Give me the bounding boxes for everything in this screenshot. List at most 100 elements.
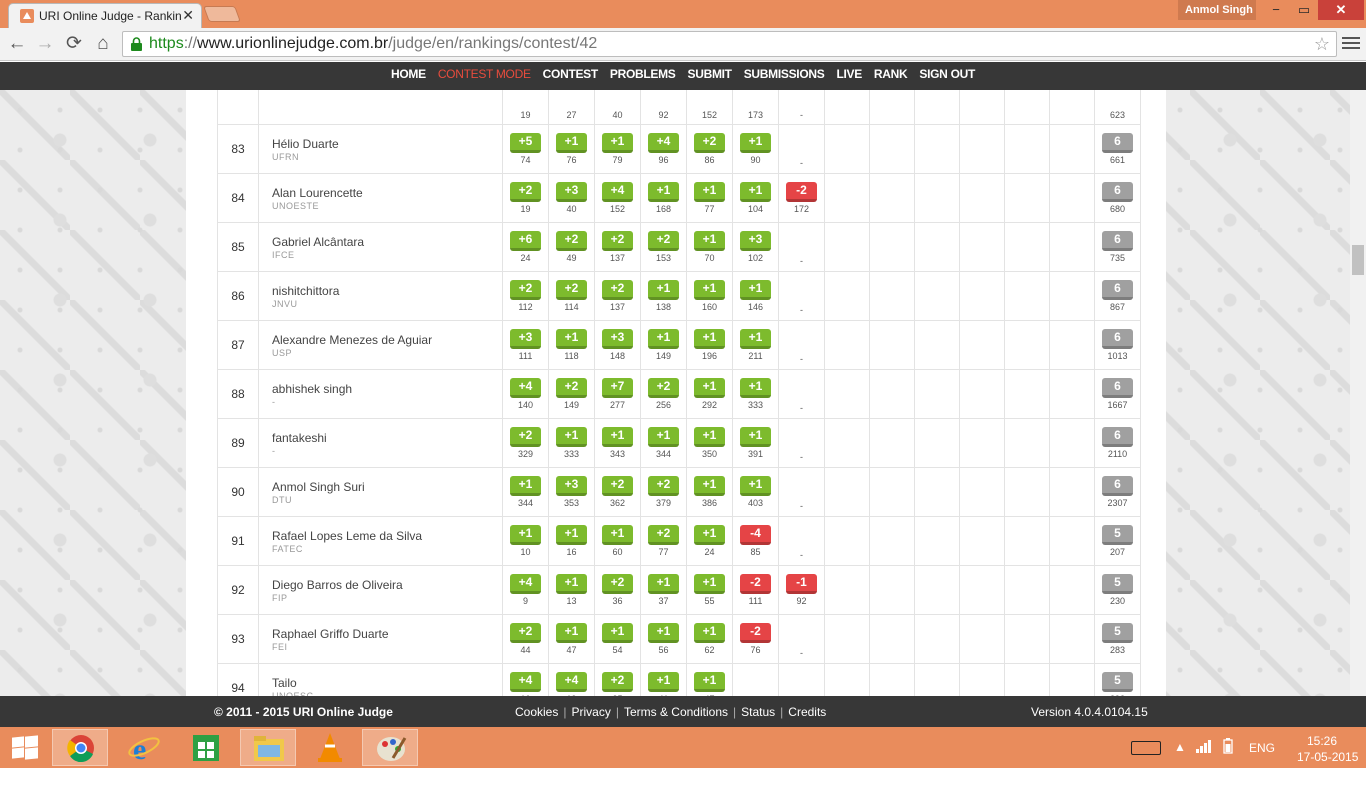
back-icon[interactable]: ← bbox=[5, 32, 29, 56]
contestant-name[interactable]: Hélio Duarte bbox=[272, 137, 502, 151]
rejected-badge[interactable]: -1 bbox=[786, 574, 817, 594]
accepted-badge[interactable]: +1 bbox=[740, 182, 771, 202]
accepted-badge[interactable]: +2 bbox=[556, 378, 587, 398]
network-signal-icon[interactable] bbox=[1196, 739, 1212, 780]
accepted-badge[interactable]: +1 bbox=[648, 427, 679, 447]
accepted-badge[interactable]: +6 bbox=[510, 231, 541, 251]
nav-live[interactable]: LIVE bbox=[830, 62, 867, 86]
accepted-badge[interactable]: +1 bbox=[648, 672, 679, 692]
vlc-icon[interactable] bbox=[302, 729, 358, 766]
accepted-badge[interactable]: +1 bbox=[694, 427, 725, 447]
accepted-badge[interactable]: +1 bbox=[556, 427, 587, 447]
footer-link-cookies[interactable]: Cookies bbox=[510, 705, 563, 719]
bookmark-star-icon[interactable]: ☆ bbox=[1314, 32, 1330, 56]
paint-icon[interactable] bbox=[362, 729, 418, 766]
accepted-badge[interactable]: +1 bbox=[740, 378, 771, 398]
accepted-badge[interactable]: +2 bbox=[510, 182, 541, 202]
accepted-badge[interactable]: +1 bbox=[602, 427, 633, 447]
footer-link-status[interactable]: Status bbox=[736, 705, 780, 719]
accepted-badge[interactable]: +1 bbox=[694, 525, 725, 545]
accepted-badge[interactable]: +1 bbox=[556, 623, 587, 643]
accepted-badge[interactable]: +1 bbox=[648, 182, 679, 202]
forward-icon[interactable]: → bbox=[33, 32, 57, 56]
clock-date[interactable]: 17-05-2015 bbox=[1297, 750, 1358, 791]
new-tab-button[interactable] bbox=[203, 6, 241, 22]
accepted-badge[interactable]: +2 bbox=[648, 476, 679, 496]
minimize-icon[interactable]: − bbox=[1262, 0, 1290, 20]
touch-keyboard-icon[interactable] bbox=[1131, 741, 1161, 755]
footer-link-terms-conditions[interactable]: Terms & Conditions bbox=[619, 705, 733, 719]
accepted-badge[interactable]: +2 bbox=[602, 476, 633, 496]
vertical-scrollbar[interactable] bbox=[1350, 90, 1366, 696]
accepted-badge[interactable]: +3 bbox=[556, 476, 587, 496]
accepted-badge[interactable]: +1 bbox=[556, 525, 587, 545]
chrome-icon[interactable] bbox=[52, 729, 108, 766]
accepted-badge[interactable]: +2 bbox=[694, 133, 725, 153]
accepted-badge[interactable]: +2 bbox=[602, 280, 633, 300]
accepted-badge[interactable]: +4 bbox=[556, 672, 587, 692]
tab-close-icon[interactable]: ✕ bbox=[182, 7, 194, 24]
accepted-badge[interactable]: +2 bbox=[602, 672, 633, 692]
internet-explorer-icon[interactable]: e bbox=[116, 729, 172, 766]
close-window-icon[interactable]: ✕ bbox=[1318, 0, 1364, 20]
show-hidden-icons-icon[interactable]: ▲ bbox=[1174, 740, 1186, 781]
accepted-badge[interactable]: +1 bbox=[602, 623, 633, 643]
accepted-badge[interactable]: +1 bbox=[694, 329, 725, 349]
accepted-badge[interactable]: +1 bbox=[694, 182, 725, 202]
accepted-badge[interactable]: +2 bbox=[648, 378, 679, 398]
accepted-badge[interactable]: +1 bbox=[694, 672, 725, 692]
accepted-badge[interactable]: +1 bbox=[648, 623, 679, 643]
contestant-name[interactable]: abhishek singh bbox=[272, 382, 502, 396]
rejected-badge[interactable]: -2 bbox=[786, 182, 817, 202]
accepted-badge[interactable]: +5 bbox=[510, 133, 541, 153]
contestant-name[interactable]: Diego Barros de Oliveira bbox=[272, 578, 502, 592]
windows-start-icon[interactable] bbox=[12, 735, 38, 760]
nav-sign-out[interactable]: SIGN OUT bbox=[913, 62, 981, 86]
accepted-badge[interactable]: +1 bbox=[740, 329, 771, 349]
scrollbar-thumb[interactable] bbox=[1352, 245, 1364, 275]
accepted-badge[interactable]: +1 bbox=[694, 574, 725, 594]
contestant-name[interactable]: Rafael Lopes Leme da Silva bbox=[272, 529, 502, 543]
reload-icon[interactable]: ⟳ bbox=[62, 32, 86, 56]
accepted-badge[interactable]: +1 bbox=[694, 476, 725, 496]
profile-button[interactable]: Anmol Singh bbox=[1178, 0, 1256, 20]
accepted-badge[interactable]: +2 bbox=[556, 231, 587, 251]
menu-icon[interactable] bbox=[1342, 34, 1360, 54]
address-bar[interactable]: https://www.urionlinejudge.com.br/judge/… bbox=[122, 31, 1337, 57]
accepted-badge[interactable]: +1 bbox=[694, 623, 725, 643]
accepted-badge[interactable]: +2 bbox=[510, 623, 541, 643]
contestant-name[interactable]: Raphael Griffo Duarte bbox=[272, 627, 502, 641]
accepted-badge[interactable]: +4 bbox=[510, 378, 541, 398]
contestant-name[interactable]: nishitchittora bbox=[272, 284, 502, 298]
store-icon[interactable] bbox=[178, 729, 234, 766]
nav-contest-mode[interactable]: CONTEST MODE bbox=[432, 62, 537, 86]
footer-link-privacy[interactable]: Privacy bbox=[566, 705, 615, 719]
contestant-name[interactable]: Anmol Singh Suri bbox=[272, 480, 502, 494]
accepted-badge[interactable]: +3 bbox=[602, 329, 633, 349]
contestant-name[interactable]: Alan Lourencette bbox=[272, 186, 502, 200]
nav-contest[interactable]: CONTEST bbox=[537, 62, 604, 86]
accepted-badge[interactable]: +3 bbox=[740, 231, 771, 251]
accepted-badge[interactable]: +1 bbox=[740, 133, 771, 153]
accepted-badge[interactable]: +2 bbox=[648, 525, 679, 545]
contestant-name[interactable]: Alexandre Menezes de Aguiar bbox=[272, 333, 502, 347]
accepted-badge[interactable]: +2 bbox=[556, 280, 587, 300]
nav-home[interactable]: HOME bbox=[385, 62, 432, 86]
accepted-badge[interactable]: +1 bbox=[740, 476, 771, 496]
nav-submissions[interactable]: SUBMISSIONS bbox=[738, 62, 831, 86]
accepted-badge[interactable]: +4 bbox=[602, 182, 633, 202]
accepted-badge[interactable]: +7 bbox=[602, 378, 633, 398]
maximize-icon[interactable]: ▭ bbox=[1290, 0, 1318, 20]
browser-tab[interactable]: URI Online Judge - Rankin ✕ bbox=[8, 3, 202, 28]
footer-link-credits[interactable]: Credits bbox=[783, 705, 831, 719]
accepted-badge[interactable]: +3 bbox=[556, 182, 587, 202]
nav-submit[interactable]: SUBMIT bbox=[682, 62, 738, 86]
battery-icon[interactable] bbox=[1223, 738, 1233, 779]
accepted-badge[interactable]: +1 bbox=[510, 476, 541, 496]
accepted-badge[interactable]: +1 bbox=[740, 427, 771, 447]
language-indicator[interactable]: ENG bbox=[1249, 741, 1275, 782]
rejected-badge[interactable]: -2 bbox=[740, 623, 771, 643]
rejected-badge[interactable]: -4 bbox=[740, 525, 771, 545]
accepted-badge[interactable]: +1 bbox=[510, 525, 541, 545]
accepted-badge[interactable]: +2 bbox=[602, 231, 633, 251]
